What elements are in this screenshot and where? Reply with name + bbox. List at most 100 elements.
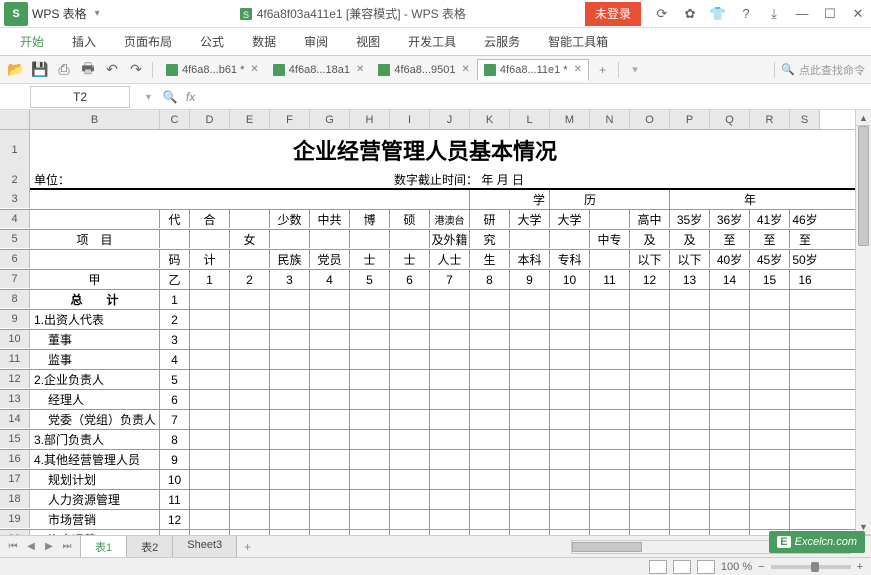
row-header-17[interactable]: 17 [0, 470, 30, 488]
data-cell[interactable] [230, 370, 270, 389]
data-cell[interactable] [510, 450, 550, 469]
data-cell[interactable] [670, 470, 710, 489]
data-cell[interactable] [670, 330, 710, 349]
zoom-out-button[interactable]: − [758, 561, 764, 573]
data-cell[interactable] [710, 330, 750, 349]
data-cell[interactable] [790, 510, 820, 529]
row-label[interactable]: 人力资源管理 [30, 490, 160, 509]
data-cell[interactable] [550, 430, 590, 449]
data-cell[interactable] [630, 490, 670, 509]
ribbon-tab-5[interactable]: 审阅 [290, 28, 342, 56]
row-label[interactable]: 经理人 [30, 390, 160, 409]
hdr-cell[interactable]: 研 [470, 210, 510, 228]
hdr-cell[interactable]: 中专 [590, 230, 630, 248]
data-cell[interactable] [430, 410, 470, 429]
data-cell[interactable] [270, 510, 310, 529]
data-cell[interactable] [430, 450, 470, 469]
row-header-16[interactable]: 16 [0, 450, 30, 468]
row-code[interactable]: 10 [160, 470, 190, 489]
column-header-S[interactable]: S [790, 110, 820, 129]
new-tab-button[interactable]: + [593, 63, 612, 77]
data-cell[interactable] [710, 350, 750, 369]
close-icon[interactable]: ✕ [574, 64, 582, 75]
row-header-18[interactable]: 18 [0, 490, 30, 508]
hdr-cell[interactable]: 专科 [550, 250, 590, 268]
colref-num[interactable]: 11 [590, 270, 630, 289]
row-code[interactable]: 5 [160, 370, 190, 389]
data-cell[interactable] [510, 510, 550, 529]
colref-num[interactable]: 4 [310, 270, 350, 289]
colref-num[interactable]: 8 [470, 270, 510, 289]
data-cell[interactable] [430, 370, 470, 389]
doc-tab-1[interactable]: 4f6a8...18a1✕ [266, 59, 372, 81]
cell[interactable] [30, 190, 470, 209]
row-header-11[interactable]: 11 [0, 350, 30, 368]
scroll-up-button[interactable]: ▲ [856, 110, 871, 126]
data-cell[interactable] [550, 370, 590, 389]
data-cell[interactable] [790, 330, 820, 349]
data-cell[interactable] [270, 430, 310, 449]
colref-num[interactable]: 9 [510, 270, 550, 289]
data-cell[interactable] [510, 290, 550, 309]
data-cell[interactable] [510, 410, 550, 429]
data-cell[interactable] [750, 310, 790, 329]
row-header-9[interactable]: 9 [0, 310, 30, 328]
data-cell[interactable] [590, 370, 630, 389]
column-header-N[interactable]: N [590, 110, 630, 129]
data-cell[interactable] [230, 350, 270, 369]
data-cell[interactable] [310, 350, 350, 369]
hdr-cell[interactable]: 士 [390, 250, 430, 268]
data-cell[interactable] [230, 310, 270, 329]
hdr-li[interactable]: 历 [550, 190, 670, 209]
data-cell[interactable] [630, 430, 670, 449]
data-cell[interactable] [630, 310, 670, 329]
data-cell[interactable] [750, 430, 790, 449]
data-cell[interactable] [390, 290, 430, 309]
data-cell[interactable] [750, 330, 790, 349]
data-cell[interactable] [350, 450, 390, 469]
data-cell[interactable] [550, 350, 590, 369]
data-cell[interactable] [390, 370, 430, 389]
data-cell[interactable] [350, 410, 390, 429]
data-cell[interactable] [550, 490, 590, 509]
data-cell[interactable] [270, 310, 310, 329]
ribbon-collapse-icon[interactable]: ⤓ [761, 2, 787, 26]
data-cell[interactable] [310, 370, 350, 389]
colref-yi[interactable]: 乙 [160, 270, 190, 289]
row-label[interactable]: 董事 [30, 330, 160, 349]
data-cell[interactable] [670, 290, 710, 309]
close-button[interactable]: ✕ [845, 2, 871, 26]
name-box[interactable]: T2 [30, 86, 130, 108]
sheet-tab-1[interactable]: 表2 [126, 535, 173, 557]
hdr-cell[interactable] [590, 210, 630, 228]
data-cell[interactable] [310, 410, 350, 429]
data-cell[interactable] [230, 430, 270, 449]
data-cell[interactable] [710, 310, 750, 329]
normal-view-button[interactable] [649, 560, 667, 574]
row-code[interactable]: 6 [160, 390, 190, 409]
vertical-scrollbar[interactable]: ▲ ▼ [855, 110, 871, 535]
hscroll-thumb[interactable] [572, 542, 642, 552]
doc-tab-3[interactable]: 4f6a8...11e1 *✕ [477, 59, 589, 81]
data-cell[interactable] [350, 510, 390, 529]
help-icon[interactable]: ? [733, 2, 759, 26]
command-search[interactable]: 🔍 点此查找命令 [781, 62, 865, 78]
hdr-cell[interactable] [390, 230, 430, 248]
column-header-M[interactable]: M [550, 110, 590, 129]
hdr-cell[interactable]: 本科 [510, 250, 550, 268]
data-cell[interactable] [510, 330, 550, 349]
hdr-cell[interactable]: 生 [470, 250, 510, 268]
data-cell[interactable] [670, 390, 710, 409]
row-label[interactable]: 3.部门负责人 [30, 430, 160, 449]
column-header-D[interactable]: D [190, 110, 230, 129]
row-header-5[interactable]: 5 [0, 230, 30, 248]
data-cell[interactable] [510, 310, 550, 329]
data-cell[interactable] [390, 470, 430, 489]
data-cell[interactable] [550, 450, 590, 469]
app-menu-dropdown[interactable]: ▾ [95, 8, 100, 19]
prev-sheet-button[interactable]: ◀ [22, 538, 40, 556]
data-cell[interactable] [790, 370, 820, 389]
column-header-G[interactable]: G [310, 110, 350, 129]
data-cell[interactable] [670, 310, 710, 329]
data-cell[interactable] [510, 470, 550, 489]
